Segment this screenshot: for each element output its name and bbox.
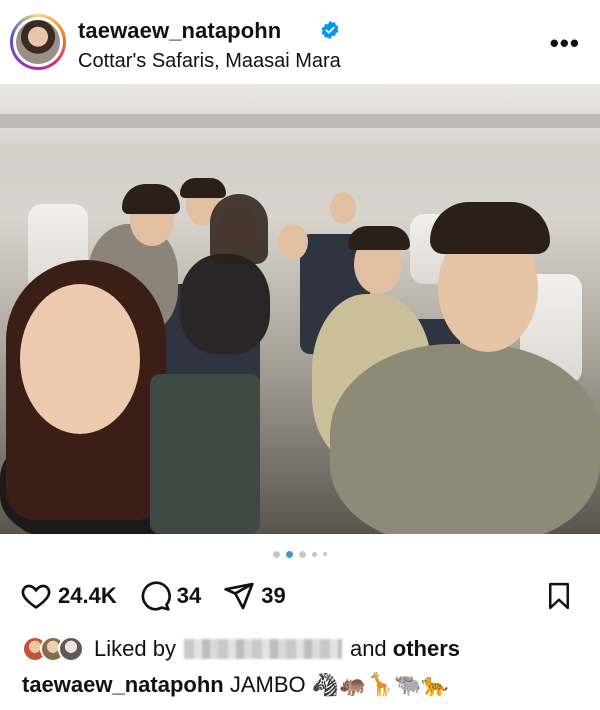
share-button[interactable]: 39	[223, 580, 286, 612]
pagination-dot	[312, 551, 317, 557]
liked-by-row[interactable]: Liked by and others	[22, 634, 460, 664]
liker-avatar	[58, 636, 84, 662]
send-icon	[224, 582, 254, 610]
pagination-dot-active	[286, 550, 293, 558]
profile-avatar[interactable]	[10, 14, 66, 70]
post-actions: 24.4K 34 39	[20, 578, 308, 614]
bookmark-icon[interactable]	[544, 580, 574, 612]
post-caption: taewaew_natapohn JAMBO 🦓🦛🦒🐃🐆	[22, 672, 449, 698]
more-horizontal-icon[interactable]: •••	[550, 28, 580, 59]
pagination-dot	[323, 552, 327, 556]
pagination-dot	[273, 550, 280, 558]
post-username[interactable]: taewaew_natapohn	[78, 18, 281, 44]
liked-by-blurred-name[interactable]	[183, 639, 342, 659]
caption-text: JAMBO	[229, 672, 306, 697]
avatar-image	[16, 20, 60, 64]
liked-by-others[interactable]: others	[393, 636, 460, 662]
like-count[interactable]: 24.4K	[58, 583, 117, 609]
share-count[interactable]: 39	[261, 583, 285, 609]
pagination-dot	[299, 550, 306, 558]
passenger	[180, 254, 270, 354]
comment-icon	[141, 581, 171, 611]
post-photo[interactable]	[0, 84, 600, 534]
carousel-pagination	[0, 548, 600, 560]
verified-badge-icon	[321, 20, 339, 40]
post-location[interactable]: Cottar's Safaris, Maasai Mara	[78, 50, 341, 73]
caption-username[interactable]: taewaew_natapohn	[22, 672, 224, 697]
liked-by-prefix: Liked by	[94, 636, 176, 661]
comment-count[interactable]: 34	[177, 583, 201, 609]
heart-icon	[21, 584, 51, 609]
like-button[interactable]: 24.4K	[20, 580, 117, 612]
post-header: taewaew_natapohn Cottar's Safaris, Maasa…	[0, 0, 600, 84]
liked-by-connector: and	[349, 636, 387, 661]
liker-avatars	[22, 636, 88, 662]
backpack	[150, 374, 260, 534]
caption-emojis: 🦓🦛🦒🐃🐆	[311, 672, 449, 697]
comment-button[interactable]: 34	[139, 580, 201, 612]
passenger	[330, 344, 600, 534]
